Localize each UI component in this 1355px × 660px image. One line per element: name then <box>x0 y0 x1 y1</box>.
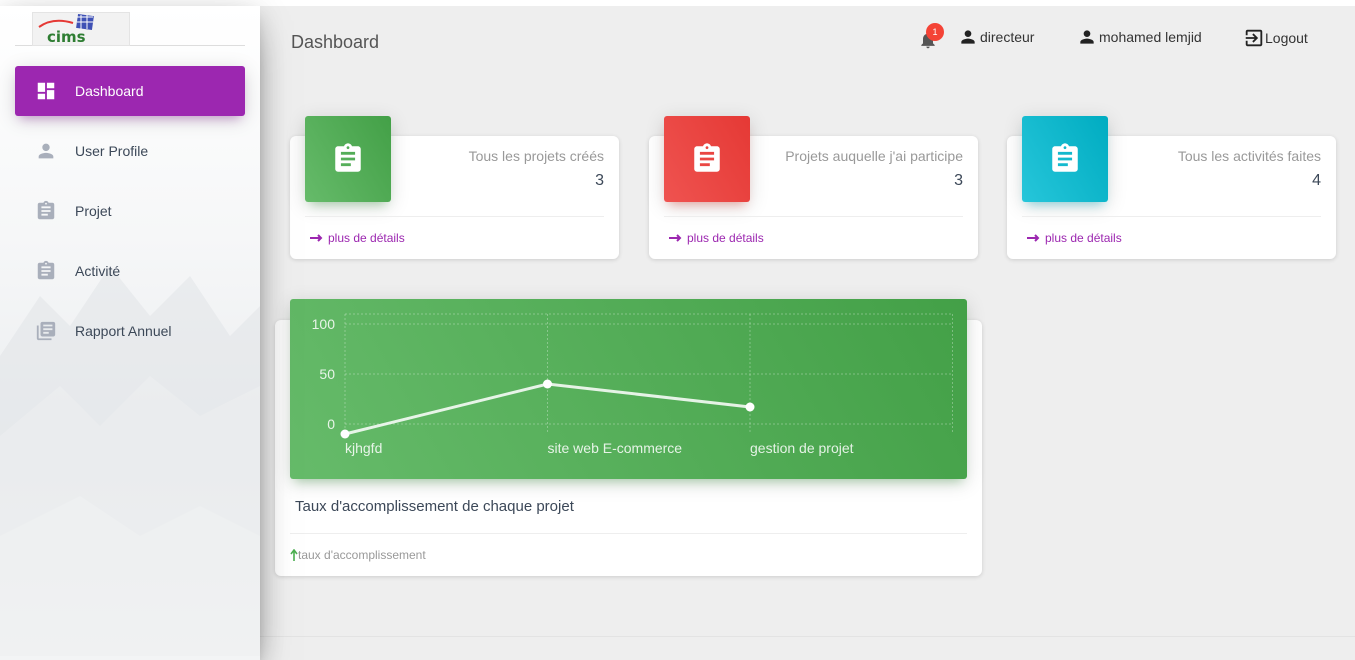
arrow-right-icon <box>310 234 323 242</box>
role-menu[interactable]: directeur <box>958 27 1034 47</box>
details-link[interactable]: plus de détails <box>310 231 405 245</box>
content-paste-icon <box>335 143 361 172</box>
stat-value: 3 <box>954 172 963 189</box>
sidebar-item-label: Rapport Annuel <box>75 323 172 339</box>
person-icon <box>38 143 54 159</box>
user-menu[interactable]: mohamed lemjid <box>1077 27 1202 47</box>
svg-text:cims: cims <box>47 28 86 45</box>
logout-button[interactable]: Logout <box>1243 27 1308 49</box>
arrow-right-icon <box>1027 234 1040 242</box>
divider <box>1022 216 1321 217</box>
data-point <box>543 379 552 389</box>
arrow-right-icon <box>669 234 682 242</box>
sidebar-item-label: User Profile <box>75 143 149 159</box>
x-tick-label: kjhgfd <box>345 440 382 456</box>
content-paste-icon <box>1052 143 1078 172</box>
details-link[interactable]: plus de détails <box>1027 231 1122 245</box>
stat-category: Tous les projets créés <box>468 148 604 164</box>
notification-badge: 1 <box>926 23 944 41</box>
divider <box>664 216 963 217</box>
sidebar-item-user-profile[interactable]: User Profile <box>15 126 245 176</box>
sidebar-item-label: Projet <box>75 203 112 219</box>
stat-card-projects-participated: Projets auquelle j'ai participe 3 plus d… <box>649 116 978 259</box>
chart-card-footer: taux d'accomplissement <box>290 548 426 562</box>
data-point <box>340 429 350 439</box>
logo-area: cims <box>15 6 245 46</box>
library-books-icon <box>36 321 56 341</box>
sidebar-item-rapport-annuel[interactable]: Rapport Annuel <box>15 306 245 356</box>
sidebar-item-projet[interactable]: Projet <box>15 186 245 236</box>
details-link[interactable]: plus de détails <box>669 231 764 245</box>
dashboard-icon <box>37 82 55 100</box>
logout-label: Logout <box>1265 30 1308 46</box>
y-tick-label: 100 <box>312 316 336 332</box>
details-link-label: plus de détails <box>687 231 764 245</box>
stat-card-projects-created: Tous les projets créés 3 plus de détails <box>290 116 619 259</box>
arrow-up-icon <box>290 549 298 561</box>
x-tick-label: gestion de projet <box>750 440 854 456</box>
data-point <box>745 402 755 412</box>
sidebar-nav: Dashboard User Profile Projet Activité R… <box>15 66 245 366</box>
chart-header: 0 50 100 kjhgfd site web E-commerce gestion d… <box>290 299 967 479</box>
stat-icon-box <box>664 116 750 202</box>
sidebar-item-dashboard[interactable]: Dashboard <box>15 66 245 116</box>
sidebar: cims Dashboard User Profile Projet Activ… <box>0 6 260 660</box>
details-link-label: plus de détails <box>1045 231 1122 245</box>
page-title[interactable]: Dashboard <box>291 32 379 53</box>
y-tick-label: 0 <box>327 416 335 432</box>
stat-category: Projets auquelle j'ai participe <box>785 148 963 164</box>
chart-footer-label: taux d'accomplissement <box>298 548 426 562</box>
details-link-label: plus de détails <box>328 231 405 245</box>
person-icon <box>1080 30 1094 44</box>
sidebar-item-label: Dashboard <box>75 83 144 99</box>
y-tick-label: 50 <box>319 366 335 382</box>
stat-value: 4 <box>1312 172 1321 189</box>
user-name-label: mohamed lemjid <box>1099 29 1202 45</box>
footer-divider <box>260 636 1355 637</box>
sidebar-item-activite[interactable]: Activité <box>15 246 245 296</box>
person-icon <box>961 30 975 44</box>
stat-value: 3 <box>595 172 604 189</box>
divider <box>290 533 967 534</box>
content-paste-icon <box>37 260 55 280</box>
x-tick-label: site web E-commerce <box>548 440 683 456</box>
role-label: directeur <box>980 29 1035 45</box>
stat-category: Tous les activités faites <box>1177 148 1321 164</box>
content-paste-icon <box>694 143 720 172</box>
stat-card-activities: Tous les activités faites 4 plus de déta… <box>1007 116 1336 259</box>
line-chart: 0 50 100 kjhgfd site web E-commerce gestion d… <box>312 313 953 456</box>
chart-card: 0 50 100 kjhgfd site web E-commerce gestion d… <box>275 299 982 576</box>
logout-icon <box>1245 29 1263 47</box>
divider <box>305 216 604 217</box>
stat-icon-box <box>305 116 391 202</box>
chart-card-title: Taux d'accomplissement de chaque projet <box>295 498 574 515</box>
stat-icon-box <box>1022 116 1108 202</box>
content-paste-icon <box>37 200 55 220</box>
logo[interactable]: cims <box>32 12 130 46</box>
sidebar-item-label: Activité <box>75 263 121 279</box>
